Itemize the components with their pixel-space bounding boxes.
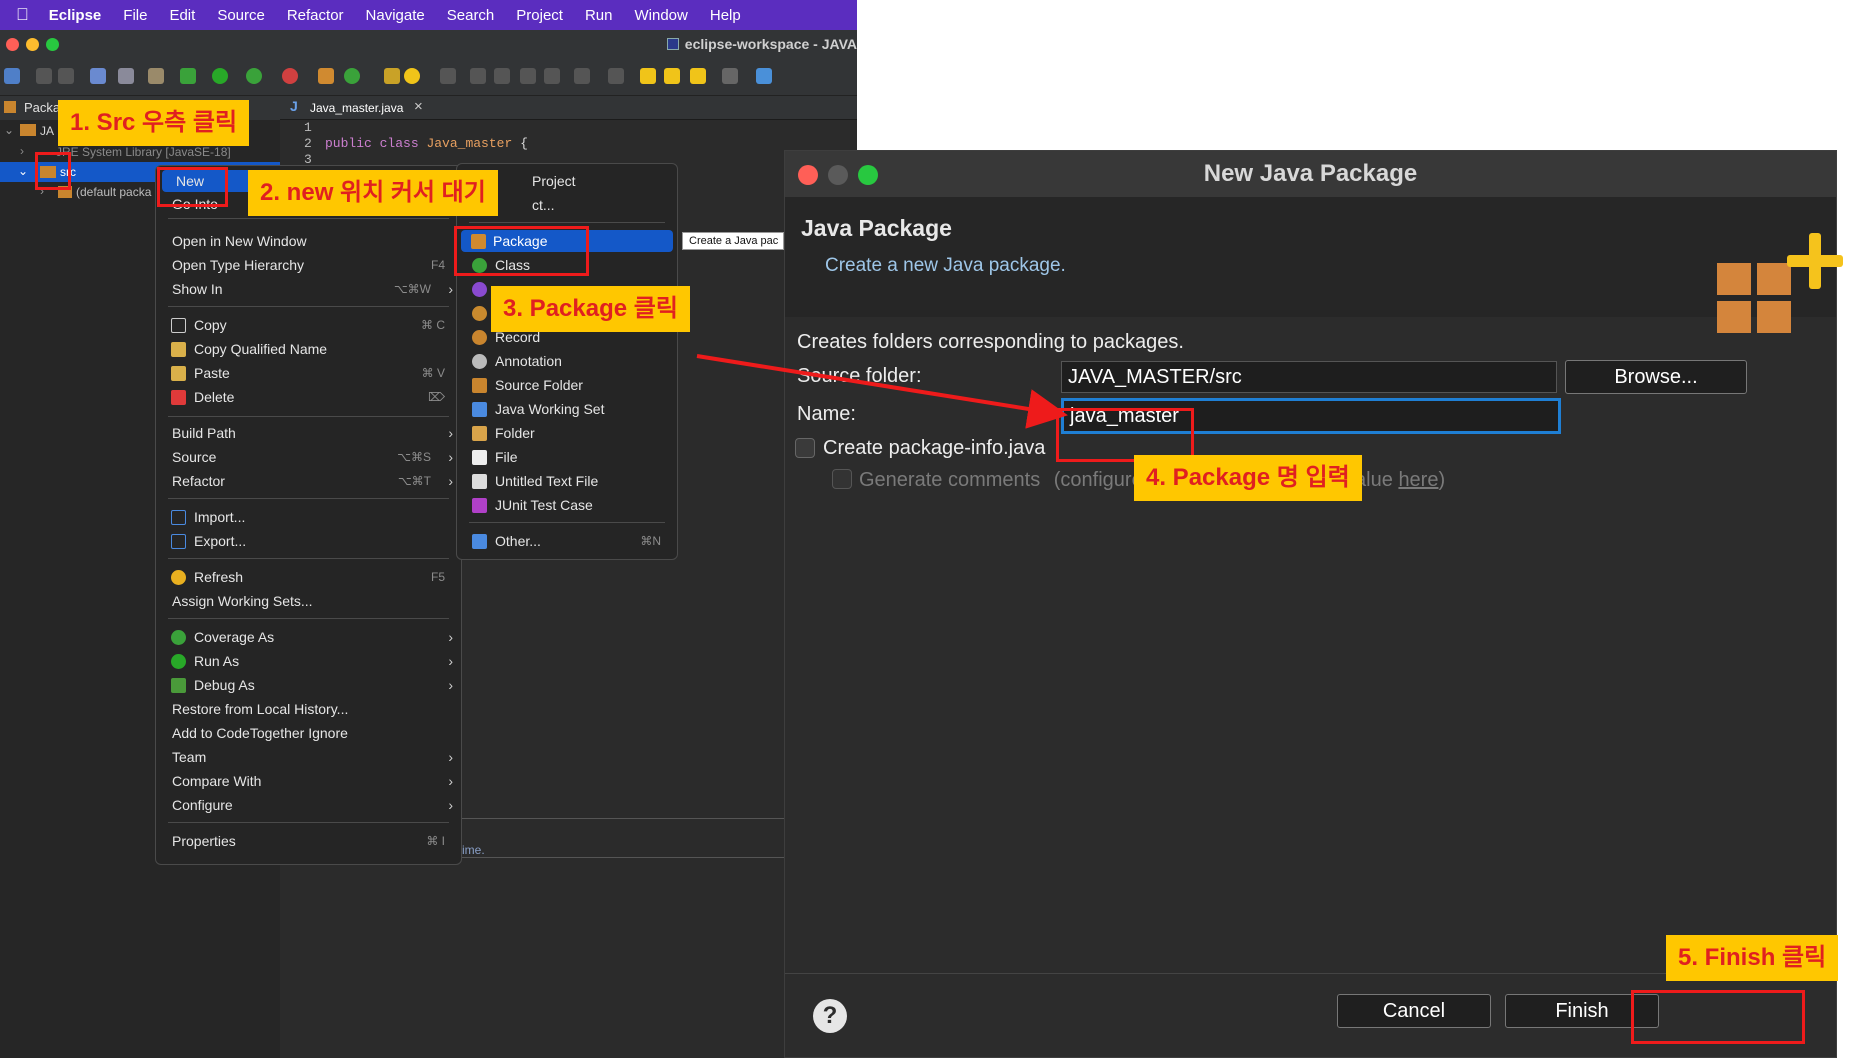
screenshot-stage: { "menubar": {"apple": "", "app": "Eclip… [0,0,1860,1058]
pointer-arrow [696,354,1068,429]
arrow-line [696,354,1068,429]
